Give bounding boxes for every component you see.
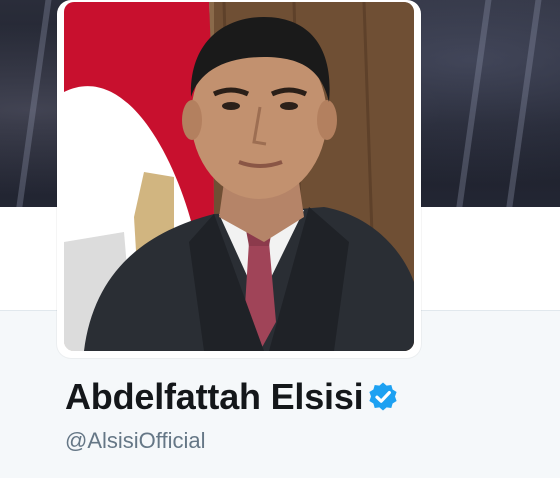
profile-avatar[interactable] <box>64 2 414 351</box>
avatar-photo <box>64 2 414 351</box>
verified-badge-icon[interactable] <box>367 381 399 418</box>
profile-name-row: Abdelfattah Elsisi <box>65 372 399 422</box>
profile-handle[interactable]: @AlsisiOfficial <box>65 428 206 454</box>
profile-name[interactable]: Abdelfattah Elsisi <box>65 376 364 418</box>
